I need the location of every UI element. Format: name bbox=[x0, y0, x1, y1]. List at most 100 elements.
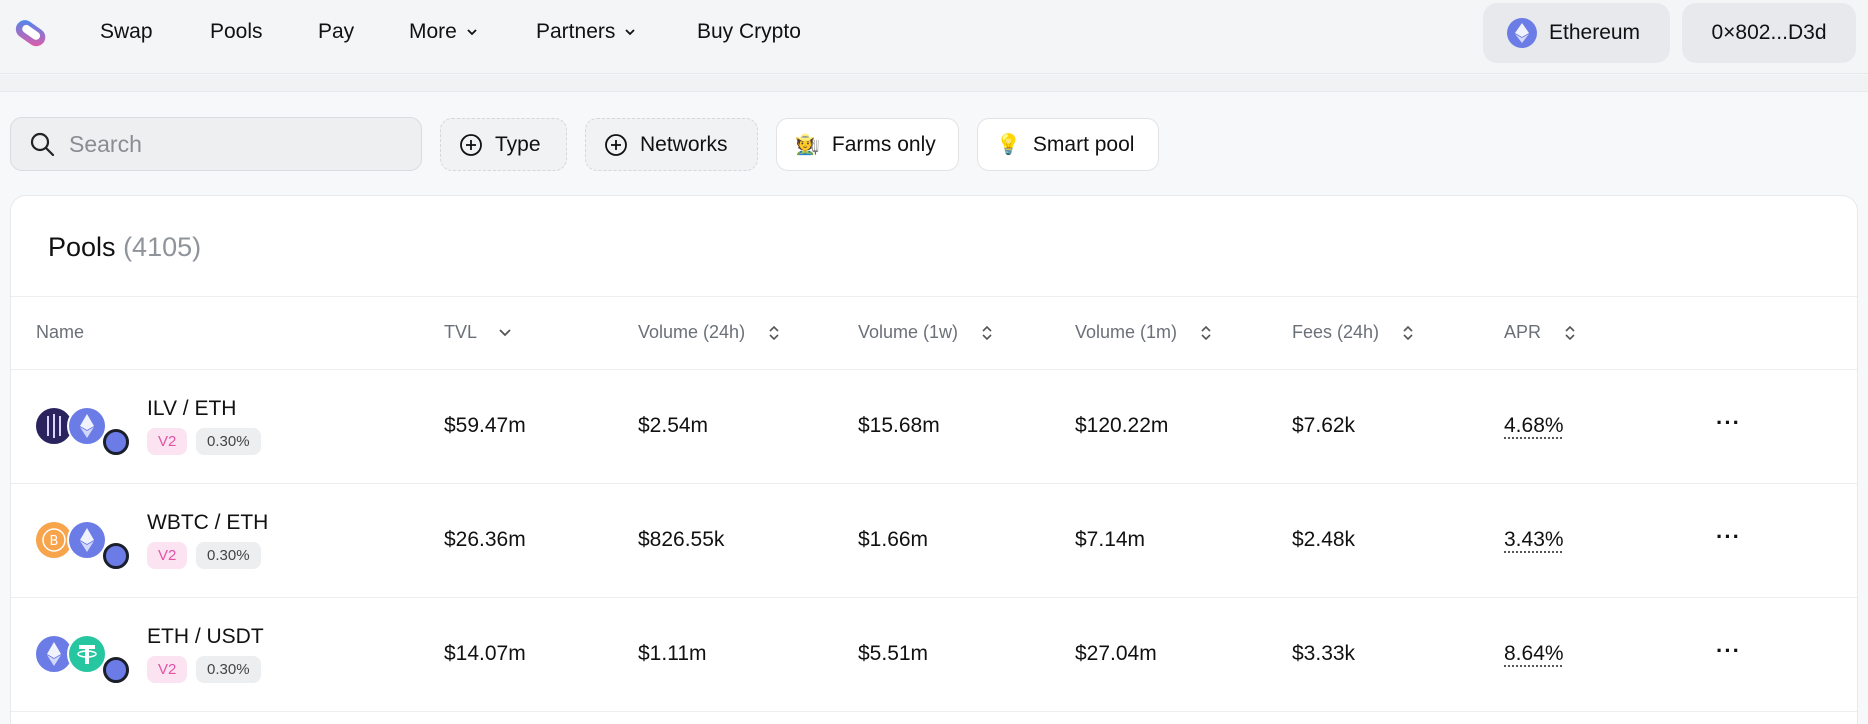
pool-pair-name: ILV / ETH bbox=[147, 397, 237, 420]
wallet-address-button[interactable]: 0×802...D3d bbox=[1682, 3, 1856, 63]
search-icon bbox=[30, 132, 55, 157]
fee-tier-badge: 0.30% bbox=[196, 428, 261, 455]
pools-title-text: Pools bbox=[48, 232, 116, 262]
search-input[interactable] bbox=[69, 130, 389, 158]
col-vol1m-sort[interactable]: Volume (1m) bbox=[1075, 322, 1217, 343]
nav-partners-label: Partners bbox=[536, 20, 616, 43]
networks-filter-button[interactable]: Networks bbox=[585, 118, 758, 171]
nav-pay-label: Pay bbox=[318, 20, 355, 43]
vol1w-value: $1.66m bbox=[858, 528, 929, 551]
type-filter-button[interactable]: Type bbox=[440, 118, 567, 171]
sort-icon bbox=[769, 325, 779, 340]
nav-more[interactable]: More bbox=[409, 20, 479, 44]
version-badge: V2 bbox=[147, 542, 188, 569]
sort-icon bbox=[1565, 325, 1575, 340]
col-tvl-sort[interactable]: TVL bbox=[444, 322, 515, 343]
pools-count: (4105) bbox=[123, 232, 202, 262]
ethereum-icon bbox=[1507, 18, 1537, 48]
more-options-button[interactable]: ··· bbox=[1716, 638, 1741, 664]
vol24h-value: $2.54m bbox=[638, 414, 709, 437]
usdt-token-icon bbox=[67, 634, 107, 674]
col-vol24h-label: Volume (24h) bbox=[638, 322, 746, 342]
top-nav: Swap Pools Pay More Partners Buy Crypto … bbox=[0, 0, 1868, 74]
smart-pool-label: Smart pool bbox=[1032, 132, 1135, 156]
nav-swap-label: Swap bbox=[100, 20, 153, 43]
ethereum-network-icon bbox=[103, 429, 129, 455]
pools-table-card: Pools (4105) Name TVL Volume (24h) Volum… bbox=[10, 195, 1858, 724]
pools-title: Pools (4105) bbox=[48, 232, 201, 263]
col-name: Name bbox=[36, 322, 84, 343]
wallet-address: 0×802...D3d bbox=[1711, 21, 1827, 44]
tvl-value: $14.07m bbox=[444, 642, 526, 665]
divider bbox=[11, 296, 1857, 297]
sort-icon bbox=[1403, 325, 1413, 340]
sushi-logo-icon[interactable] bbox=[10, 14, 50, 54]
vol1w-value: $15.68m bbox=[858, 414, 940, 437]
version-badge: V2 bbox=[147, 428, 188, 455]
sort-icon bbox=[982, 325, 992, 340]
col-name-label: Name bbox=[36, 322, 85, 342]
more-options-button[interactable]: ··· bbox=[1716, 524, 1741, 550]
col-apr-label: APR bbox=[1504, 322, 1542, 342]
sort-icon bbox=[1201, 325, 1211, 340]
pool-pair-name: WBTC / ETH bbox=[147, 511, 269, 534]
network-label: Ethereum bbox=[1549, 21, 1641, 44]
farms-only-toggle[interactable]: 🧑‍🌾 Farms only bbox=[776, 118, 959, 171]
fee-tier-badge: 0.30% bbox=[196, 542, 261, 569]
col-vol1w-sort[interactable]: Volume (1w) bbox=[858, 322, 998, 343]
ethereum-network-icon bbox=[103, 657, 129, 683]
chevron-down-icon bbox=[625, 29, 636, 36]
nav-buy-crypto[interactable]: Buy Crypto bbox=[697, 20, 801, 44]
smart-pool-toggle[interactable]: 💡 Smart pool bbox=[977, 118, 1159, 171]
divider bbox=[11, 369, 1857, 370]
nav-pay[interactable]: Pay bbox=[318, 20, 354, 44]
svg-text:B: B bbox=[50, 534, 59, 549]
search-box[interactable] bbox=[10, 117, 422, 171]
header-spacer bbox=[0, 75, 1868, 92]
divider bbox=[11, 597, 1857, 598]
fees24h-value: $3.33k bbox=[1292, 642, 1356, 665]
nav-pools[interactable]: Pools bbox=[210, 20, 263, 44]
pool-pair-name: ETH / USDT bbox=[147, 625, 264, 648]
col-fees24h-label: Fees (24h) bbox=[1292, 322, 1380, 342]
ethereum-network-icon bbox=[103, 543, 129, 569]
vol1m-value: $27.04m bbox=[1075, 642, 1157, 665]
col-fees24h-sort[interactable]: Fees (24h) bbox=[1292, 322, 1419, 343]
col-vol24h-sort[interactable]: Volume (24h) bbox=[638, 322, 785, 343]
plus-circle-icon bbox=[460, 133, 482, 156]
network-selector-button[interactable]: Ethereum bbox=[1483, 3, 1670, 63]
version-badge: V2 bbox=[147, 656, 188, 683]
plus-circle-icon bbox=[605, 133, 627, 156]
nav-more-label: More bbox=[409, 20, 457, 43]
lightbulb-icon: 💡 bbox=[996, 134, 1021, 156]
farms-only-label: Farms only bbox=[831, 132, 936, 156]
more-options-button[interactable]: ··· bbox=[1716, 410, 1741, 436]
farmer-icon: 🧑‍🌾 bbox=[795, 134, 820, 156]
col-vol1m-label: Volume (1m) bbox=[1075, 322, 1178, 342]
divider bbox=[11, 711, 1857, 712]
divider bbox=[11, 483, 1857, 484]
vol1w-value: $5.51m bbox=[858, 642, 929, 665]
eth-token-icon bbox=[67, 520, 107, 560]
fees24h-value: $2.48k bbox=[1292, 528, 1356, 551]
apr-value[interactable]: 3.43% bbox=[1504, 528, 1564, 552]
vol24h-value: $826.55k bbox=[638, 528, 725, 551]
apr-value[interactable]: 4.68% bbox=[1504, 414, 1564, 438]
vol1m-value: $7.14m bbox=[1075, 528, 1146, 551]
col-vol1w-label: Volume (1w) bbox=[858, 322, 959, 342]
type-filter-label: Type bbox=[495, 132, 541, 156]
nav-buy-crypto-label: Buy Crypto bbox=[697, 20, 801, 43]
nav-partners[interactable]: Partners bbox=[536, 20, 637, 44]
vol1m-value: $120.22m bbox=[1075, 414, 1169, 437]
nav-swap[interactable]: Swap bbox=[100, 20, 153, 44]
networks-filter-label: Networks bbox=[640, 132, 728, 156]
chevron-down-icon bbox=[499, 328, 511, 336]
fee-tier-badge: 0.30% bbox=[196, 656, 261, 683]
nav-pools-label: Pools bbox=[210, 20, 263, 43]
apr-value[interactable]: 8.64% bbox=[1504, 642, 1564, 666]
col-tvl-label: TVL bbox=[444, 322, 478, 342]
tvl-value: $59.47m bbox=[444, 414, 526, 437]
vol24h-value: $1.11m bbox=[638, 642, 707, 665]
col-apr-sort[interactable]: APR bbox=[1504, 322, 1581, 343]
tvl-value: $26.36m bbox=[444, 528, 526, 551]
